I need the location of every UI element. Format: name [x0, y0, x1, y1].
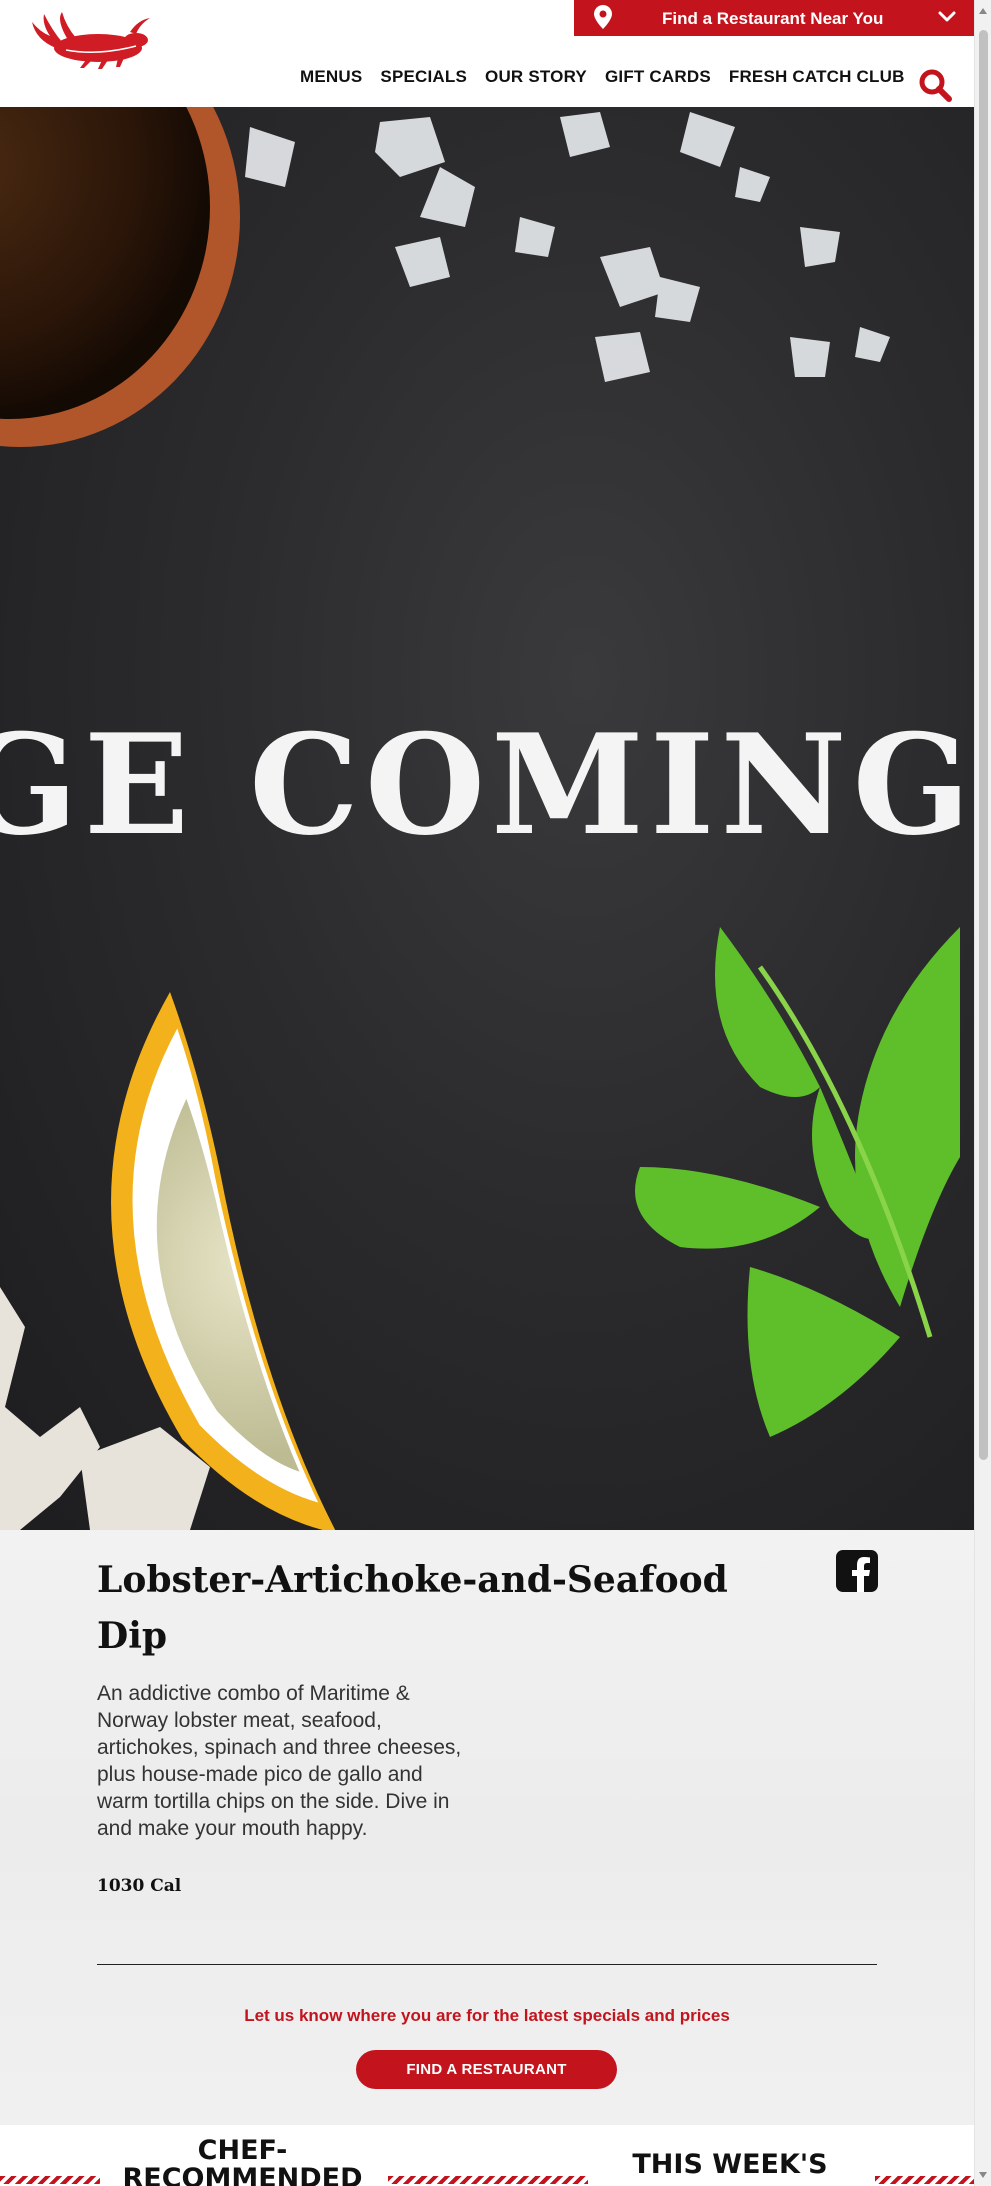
nav-menus[interactable]: MENUS: [300, 67, 362, 91]
stripe-divider: [0, 2176, 100, 2184]
find-restaurant-button[interactable]: FIND A RESTAURANT: [356, 2050, 617, 2089]
divider: [97, 1964, 877, 1965]
nav-fresh-catch-club[interactable]: FRESH CATCH CLUB: [729, 67, 905, 91]
dish-calories: 1030 Cal: [97, 1876, 182, 1896]
scroll-down-icon[interactable]: [979, 2172, 987, 2178]
chef-recommended-line-2: RECOMMENDED: [122, 2163, 363, 2186]
location-prompt: Let us know where you are for the latest…: [244, 2006, 730, 2025]
dish-description: An addictive combo of Maritime & Norway …: [97, 1682, 462, 1840]
search-icon[interactable]: [918, 68, 952, 102]
find-restaurant-label: Find a Restaurant Near You: [662, 9, 884, 28]
nav-gift-cards[interactable]: GIFT CARDS: [605, 67, 711, 91]
this-weeks-heading: THIS WEEK'S: [632, 2149, 828, 2180]
hero-overlay-text: GE COMING S: [0, 703, 974, 866]
map-pin-icon: [594, 5, 612, 29]
hero-image: GE COMING S: [0, 107, 974, 1530]
nav-specials[interactable]: SPECIALS: [380, 67, 467, 91]
chevron-down-icon[interactable]: [938, 10, 956, 24]
section-headers: CHEF- RECOMMENDED THIS WEEK'S: [0, 2125, 974, 2186]
site-header: Find a Restaurant Near You MENUS SPECIAL…: [0, 0, 974, 107]
dish-title: Lobster-Artichoke-and-Seafood Dip: [97, 1559, 728, 1657]
chef-recommended-heading: CHEF- RECOMMENDED: [120, 2137, 365, 2186]
stripe-divider: [388, 2176, 588, 2184]
scroll-up-icon[interactable]: [979, 8, 987, 14]
main-nav: MENUS SPECIALS OUR STORY GIFT CARDS FRES…: [300, 67, 905, 91]
scrollbar-thumb[interactable]: [979, 30, 988, 1460]
chef-recommended-line-1: CHEF-: [197, 2135, 288, 2166]
nav-our-story[interactable]: OUR STORY: [485, 67, 587, 91]
facebook-icon[interactable]: [836, 1550, 878, 1592]
lobster-logo-icon[interactable]: [26, 10, 152, 70]
dish-detail: Lobster-Artichoke-and-Seafood Dip An add…: [0, 1530, 974, 2125]
scrollbar[interactable]: [974, 0, 991, 2186]
find-restaurant-bar[interactable]: Find a Restaurant Near You: [574, 0, 974, 36]
stripe-divider: [875, 2176, 974, 2184]
